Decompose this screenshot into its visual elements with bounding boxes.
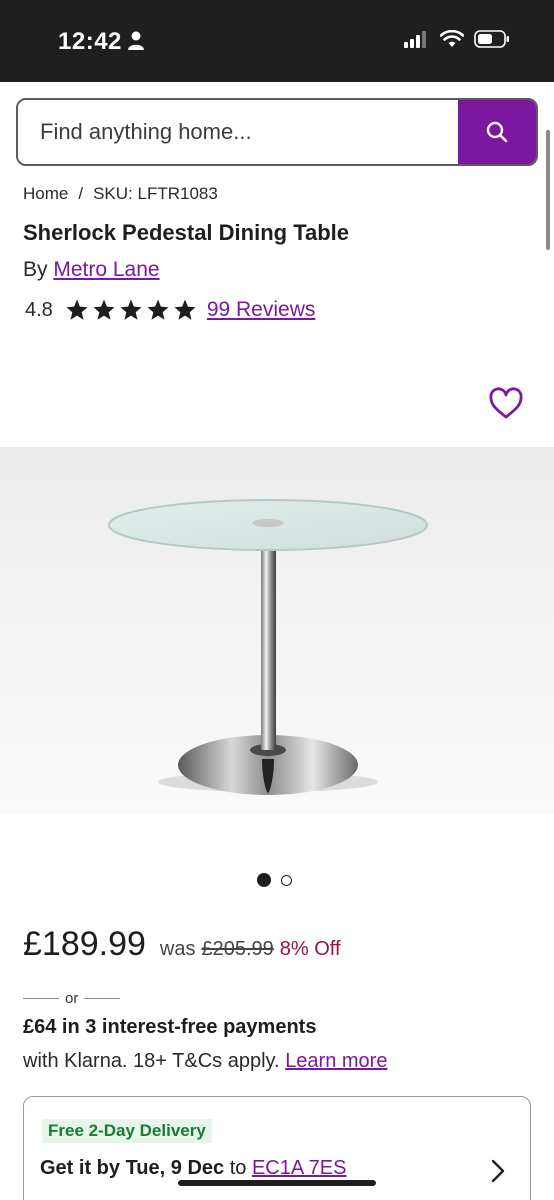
was-price: £205.99	[201, 938, 274, 960]
search-button[interactable]	[458, 100, 536, 164]
delivery-prefix: Get it by	[40, 1157, 121, 1179]
or-divider: or	[23, 990, 121, 1007]
star-icon	[120, 299, 142, 320]
search-input[interactable]	[18, 100, 458, 164]
rating-row: 4.8 99 Reviews	[25, 298, 315, 322]
star-icon	[93, 299, 115, 320]
breadcrumb-sku: SKU: LFTR1083	[93, 184, 218, 203]
was-label: was	[159, 938, 196, 960]
home-indicator[interactable]	[178, 1180, 376, 1186]
person-icon	[128, 31, 144, 50]
rating-value: 4.8	[25, 298, 53, 321]
wifi-icon	[440, 30, 464, 47]
learn-more-link[interactable]: Learn more	[285, 1050, 387, 1072]
star-rating	[65, 298, 197, 322]
delivery-date: Tue, 9 Dec	[125, 1157, 225, 1179]
brand-link[interactable]: Metro Lane	[53, 258, 159, 281]
klarna-payments: £64 in 3 interest-free payments	[23, 1016, 317, 1038]
carousel-dot-1[interactable]	[257, 873, 271, 887]
search-bar	[16, 98, 538, 166]
breadcrumb: Home / SKU: LFTR1083	[23, 184, 218, 204]
status-indicators	[404, 30, 510, 48]
chevron-right-icon	[491, 1159, 505, 1183]
divider-line	[23, 998, 59, 999]
delivery-badge: Free 2-Day Delivery	[42, 1119, 212, 1143]
status-bar: 12:42	[0, 0, 554, 82]
star-icon	[147, 299, 169, 320]
star-icon	[174, 299, 196, 320]
battery-icon	[474, 30, 509, 48]
scrollbar[interactable]	[546, 130, 550, 250]
carousel-dot-2[interactable]	[281, 874, 292, 886]
product-title: Sherlock Pedestal Dining Table	[23, 220, 350, 245]
current-price: £189.99	[23, 925, 146, 963]
klarna-details: with Klarna. 18+ T&Cs apply. Learn more	[23, 1050, 387, 1073]
product-image[interactable]	[0, 447, 554, 815]
klarna-terms: with Klarna. 18+ T&Cs apply.	[23, 1050, 280, 1072]
brand-line: By Metro Lane	[23, 258, 160, 282]
delivery-estimate: Get it by Tue, 9 Dec to EC1A 7ES	[40, 1157, 346, 1180]
star-icon	[66, 299, 88, 320]
status-time: 12:42	[58, 28, 122, 55]
breadcrumb-home-link[interactable]: Home	[23, 184, 68, 204]
carousel-dots	[257, 873, 292, 887]
discount-label: 8% Off	[279, 938, 341, 960]
signal-icon	[404, 31, 426, 48]
or-label: or	[65, 990, 79, 1007]
price-row: £189.99 was £205.99 8% Off	[23, 925, 341, 964]
breadcrumb-separator: /	[78, 184, 84, 203]
by-prefix: By	[23, 258, 48, 281]
reviews-link[interactable]: 99 Reviews	[207, 298, 316, 322]
postcode-link[interactable]: EC1A 7ES	[252, 1157, 347, 1179]
heart-icon[interactable]	[488, 386, 524, 422]
divider-line	[84, 998, 121, 999]
search-icon	[486, 121, 508, 143]
delivery-to: to	[229, 1157, 247, 1179]
table-illustration	[0, 447, 554, 815]
